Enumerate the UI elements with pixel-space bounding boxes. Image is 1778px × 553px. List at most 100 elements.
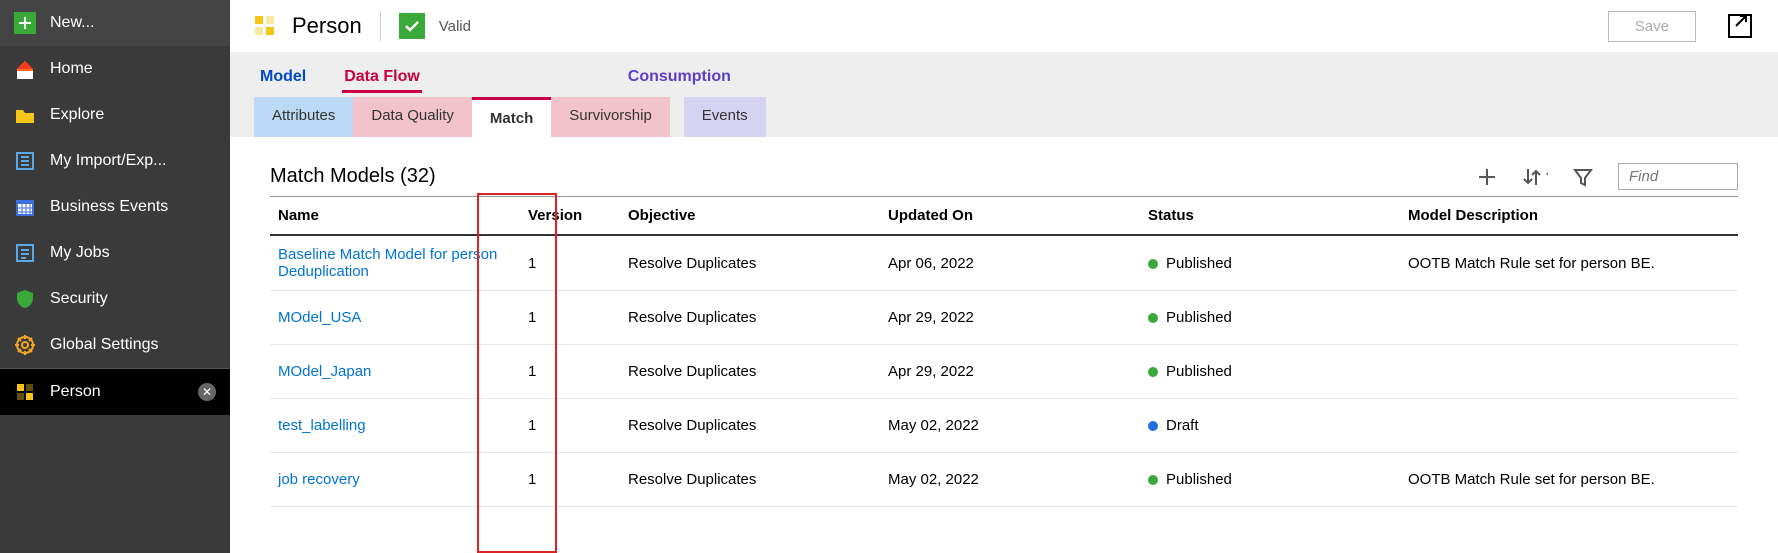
calendar-icon <box>14 196 36 218</box>
table-header: Name Version Objective Updated On Status… <box>270 196 1738 236</box>
cell-description: OOTB Match Rule set for person BE. <box>1400 245 1738 282</box>
cell-updated: May 02, 2022 <box>880 461 1140 498</box>
table-row[interactable]: job recovery1Resolve DuplicatesMay 02, 2… <box>270 453 1738 507</box>
filter-icon[interactable] <box>1570 164 1596 190</box>
sidebar-item-import-export[interactable]: My Import/Exp... <box>0 138 230 184</box>
import-export-icon <box>14 150 36 172</box>
status-dot-icon <box>1148 313 1158 323</box>
person-entity-icon <box>252 13 278 39</box>
cell-updated: Apr 29, 2022 <box>880 353 1140 390</box>
table-row[interactable]: test_labelling1Resolve DuplicatesMay 02,… <box>270 399 1738 453</box>
close-icon[interactable]: ✕ <box>198 383 216 401</box>
sidebar-item-security[interactable]: Security <box>0 276 230 322</box>
sidebar-item-explore[interactable]: Explore <box>0 92 230 138</box>
cell-updated: Apr 29, 2022 <box>880 299 1140 336</box>
list-title: Match Models (32) <box>270 165 1474 188</box>
cell-status: Published <box>1140 353 1400 390</box>
subtab-match[interactable]: Match <box>472 97 551 137</box>
find-input[interactable] <box>1618 163 1738 190</box>
subtab-data-quality[interactable]: Data Quality <box>353 97 472 137</box>
sidebar-item-business-events[interactable]: Business Events <box>0 184 230 230</box>
cell-description <box>1400 362 1738 382</box>
cell-version: 1 <box>520 245 620 282</box>
cell-name[interactable]: job recovery <box>270 461 520 498</box>
check-icon <box>399 13 425 39</box>
content: Match Models (32) Name Version Objective <box>230 137 1778 553</box>
table-row[interactable]: MOdel_USA1Resolve DuplicatesApr 29, 2022… <box>270 291 1738 345</box>
match-models-table: Name Version Objective Updated On Status… <box>270 196 1738 507</box>
cell-name[interactable]: MOdel_Japan <box>270 353 520 390</box>
external-link-icon[interactable] <box>1724 10 1756 42</box>
subtab-events[interactable]: Events <box>684 97 766 137</box>
column-objective[interactable]: Objective <box>620 197 880 234</box>
valid-label: Valid <box>439 18 471 35</box>
cell-name[interactable]: Baseline Match Model for person Deduplic… <box>270 236 520 290</box>
home-icon <box>14 58 36 80</box>
sidebar-item-person-active[interactable]: Person ✕ <box>0 369 230 415</box>
cell-objective: Resolve Duplicates <box>620 299 880 336</box>
tabband: Model Data Flow Consumption Attributes D… <box>230 52 1778 137</box>
add-icon[interactable] <box>1474 164 1500 190</box>
cell-objective: Resolve Duplicates <box>620 407 880 444</box>
folder-icon <box>14 104 36 126</box>
subtab-attributes[interactable]: Attributes <box>254 97 353 137</box>
table-body: Baseline Match Model for person Deduplic… <box>270 236 1738 507</box>
column-name[interactable]: Name <box>270 197 520 234</box>
subtabs: Attributes Data Quality Match Survivorsh… <box>254 97 1754 137</box>
column-version[interactable]: Version <box>520 197 620 234</box>
table-row[interactable]: Baseline Match Model for person Deduplic… <box>270 236 1738 291</box>
gear-icon <box>14 334 36 356</box>
cell-version: 1 <box>520 299 620 336</box>
cell-name[interactable]: test_labelling <box>270 407 520 444</box>
cell-version: 1 <box>520 407 620 444</box>
table-row[interactable]: MOdel_Japan1Resolve DuplicatesApr 29, 20… <box>270 345 1738 399</box>
cell-version: 1 <box>520 353 620 390</box>
column-status[interactable]: Status <box>1140 197 1400 234</box>
tab-consumption[interactable]: Consumption <box>626 64 733 93</box>
shield-icon <box>14 288 36 310</box>
cell-version: 1 <box>520 461 620 498</box>
plus-icon <box>14 12 36 34</box>
column-description[interactable]: Model Description <box>1400 197 1738 234</box>
cell-name[interactable]: MOdel_USA <box>270 299 520 336</box>
cell-updated: Apr 06, 2022 <box>880 245 1140 282</box>
sidebar-label: Business Events <box>50 198 216 216</box>
person-entity-icon <box>14 381 36 403</box>
status-dot-icon <box>1148 259 1158 269</box>
main: Person Valid Save Model Data Flow Consum… <box>230 0 1778 553</box>
cell-objective: Resolve Duplicates <box>620 461 880 498</box>
cell-updated: May 02, 2022 <box>880 407 1140 444</box>
sidebar-label: Security <box>50 290 216 308</box>
status-dot-icon <box>1148 367 1158 377</box>
sidebar-item-new[interactable]: New... <box>0 0 230 46</box>
sidebar-label: Explore <box>50 106 216 124</box>
sort-icon[interactable] <box>1522 164 1548 190</box>
save-button[interactable]: Save <box>1608 11 1696 42</box>
list-header: Match Models (32) <box>270 163 1738 190</box>
toolbar <box>1474 163 1738 190</box>
tab-data-flow[interactable]: Data Flow <box>342 64 422 93</box>
page-title: Person <box>292 13 362 39</box>
cell-objective: Resolve Duplicates <box>620 353 880 390</box>
cell-status: Published <box>1140 461 1400 498</box>
tabstrip: Model Data Flow Consumption <box>254 52 1754 93</box>
cell-description <box>1400 308 1738 328</box>
sidebar-active-label: Person <box>50 383 184 401</box>
jobs-icon <box>14 242 36 264</box>
topbar: Person Valid Save <box>230 0 1778 52</box>
tab-model[interactable]: Model <box>258 64 308 93</box>
column-updated[interactable]: Updated On <box>880 197 1140 234</box>
sidebar-item-home[interactable]: Home <box>0 46 230 92</box>
sidebar: New... Home Explore My Import/Exp... Bus… <box>0 0 230 553</box>
status-dot-icon <box>1148 421 1158 431</box>
sidebar-item-my-jobs[interactable]: My Jobs <box>0 230 230 276</box>
cell-status: Draft <box>1140 407 1400 444</box>
cell-objective: Resolve Duplicates <box>620 245 880 282</box>
cell-status: Published <box>1140 299 1400 336</box>
subtab-survivorship[interactable]: Survivorship <box>551 97 670 137</box>
cell-description <box>1400 416 1738 436</box>
sidebar-label: Global Settings <box>50 336 216 354</box>
sidebar-item-global-settings[interactable]: Global Settings <box>0 322 230 368</box>
sidebar-label: New... <box>50 14 216 32</box>
sidebar-label: Home <box>50 60 216 78</box>
